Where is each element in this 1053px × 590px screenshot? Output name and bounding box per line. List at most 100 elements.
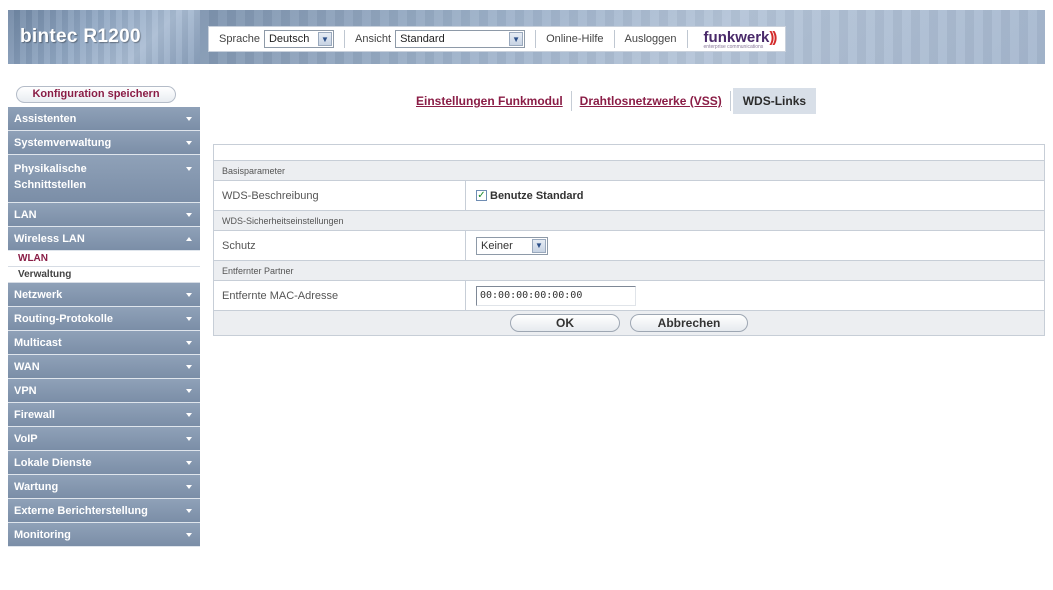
- sidebar-item-label: VPN: [14, 385, 37, 397]
- sidebar-item-systemverwaltung[interactable]: Systemverwaltung: [8, 131, 200, 155]
- chevron-up-icon: [186, 236, 192, 241]
- funkwerk-logo: funkwerk)) enterprise communications: [703, 28, 778, 50]
- sidebar-item-netzwerk[interactable]: Netzwerk: [8, 283, 200, 307]
- sidebar-item-monitoring[interactable]: Monitoring: [8, 523, 200, 547]
- funkwerk-logo-text: funkwerk: [703, 28, 770, 46]
- sidebar-item-label: Monitoring: [14, 529, 71, 541]
- chevron-down-icon: [186, 292, 192, 297]
- chevron-down-icon: [186, 140, 192, 145]
- sidebar-item-label: Externe Berichterstellung: [14, 505, 148, 517]
- sidebar-item-wan[interactable]: WAN: [8, 355, 200, 379]
- wds-description-value: ✓ Benutze Standard: [466, 181, 1044, 210]
- sidebar-item-voip[interactable]: VoIP: [8, 427, 200, 451]
- chevron-down-icon: [186, 364, 192, 369]
- chevron-down-icon: ▼: [317, 32, 332, 46]
- tab-bar: Einstellungen Funkmodul Drahtlosnetzwerk…: [410, 88, 817, 114]
- sidebar-item-wartung[interactable]: Wartung: [8, 475, 200, 499]
- remote-mac-input[interactable]: 00:00:00:00:00:00: [476, 285, 636, 306]
- sidebar-item-label: Assistenten: [14, 113, 77, 125]
- tab-einstellungen-funkmodul[interactable]: Einstellungen Funkmodul: [410, 88, 569, 114]
- logout-link[interactable]: Ausloggen: [625, 33, 677, 45]
- chevron-down-icon: [186, 316, 192, 321]
- chevron-down-icon: [186, 412, 192, 417]
- brand-title: bintec R1200: [20, 26, 141, 47]
- section-wds-security: WDS-Sicherheitseinstellungen: [214, 211, 1044, 231]
- use-default-label: Benutze Standard: [490, 189, 584, 202]
- toolbar-divider: [686, 30, 688, 48]
- protection-select[interactable]: Keiner ▼: [476, 236, 548, 255]
- sidebar-item-assistenten[interactable]: Assistenten: [8, 107, 200, 131]
- sidebar-item-label: LAN: [14, 209, 37, 221]
- sidebar-item-externe-berichterstellung[interactable]: Externe Berichterstellung: [8, 499, 200, 523]
- sidebar-item-physikalische-schnittstellen[interactable]: Physikalische Schnittstellen: [8, 155, 200, 203]
- row-remote-mac: Entfernte MAC-Adresse 00:00:00:00:00:00: [214, 281, 1044, 311]
- toolbar-divider: [613, 30, 615, 48]
- top-toolbar-box: Sprache Deutsch ▼ Ansicht Standard ▼ Onl…: [208, 26, 787, 52]
- sidebar-item-label: Lokale Dienste: [14, 457, 92, 469]
- row-protection: Schutz Keiner ▼: [214, 231, 1044, 261]
- sidebar-item-lan[interactable]: LAN: [8, 203, 200, 227]
- wds-description-label: WDS-Beschreibung: [214, 181, 466, 210]
- tab-wds-links[interactable]: WDS-Links: [732, 88, 817, 114]
- sidebar-item-firewall[interactable]: Firewall: [8, 403, 200, 427]
- sidebar-item-multicast[interactable]: Multicast: [8, 331, 200, 355]
- language-select[interactable]: Deutsch ▼: [263, 30, 334, 48]
- sidebar-item-label: WAN: [14, 361, 40, 373]
- section-basisparameter: Basisparameter: [214, 161, 1044, 181]
- sidebar-item-label: Wireless LAN: [14, 233, 85, 245]
- top-toolbar: Sprache Deutsch ▼ Ansicht Standard ▼ Onl…: [200, 10, 1045, 64]
- chevron-down-icon: [186, 212, 192, 217]
- sidebar: Konfiguration speichern Assistenten Syst…: [8, 86, 200, 547]
- sidebar-item-label: Systemverwaltung: [14, 137, 112, 149]
- chevron-down-icon: ▼: [509, 32, 524, 46]
- view-select-value: Standard: [400, 33, 445, 45]
- sidebar-item-routing-protokolle[interactable]: Routing-Protokolle: [8, 307, 200, 331]
- chevron-down-icon: [186, 167, 192, 171]
- sidebar-item-label: Firewall: [14, 409, 55, 421]
- sidebar-item-lokale-dienste[interactable]: Lokale Dienste: [8, 451, 200, 475]
- toolbar-divider: [343, 30, 345, 48]
- sidebar-item-label: Wartung: [14, 481, 59, 493]
- section-remote-partner: Entfernter Partner: [214, 261, 1044, 281]
- wds-link-form: Basisparameter WDS-Beschreibung ✓ Benutz…: [213, 144, 1045, 336]
- row-wds-description: WDS-Beschreibung ✓ Benutze Standard: [214, 181, 1044, 211]
- sidebar-item-label: VoIP: [14, 433, 38, 445]
- use-default-checkbox[interactable]: ✓: [476, 190, 487, 201]
- toolbar-divider: [535, 30, 537, 48]
- sidebar-item-label: Physikalische Schnittstellen: [14, 163, 87, 191]
- sidebar-item-label: Multicast: [14, 337, 62, 349]
- chevron-down-icon: [186, 484, 192, 489]
- remote-mac-value: 00:00:00:00:00:00: [466, 281, 1044, 310]
- remote-mac-label: Entfernte MAC-Adresse: [214, 281, 466, 310]
- ok-button[interactable]: OK: [510, 314, 620, 332]
- protection-select-value: Keiner: [481, 239, 513, 252]
- sidebar-subitem-verwaltung[interactable]: Verwaltung: [8, 267, 200, 283]
- sidebar-subitem-wlan[interactable]: WLAN: [8, 251, 200, 267]
- chevron-down-icon: [186, 388, 192, 393]
- chevron-down-icon: [186, 436, 192, 441]
- header: bintec R1200 Sprache Deutsch ▼ Ansicht S…: [0, 0, 1053, 78]
- brand-banner: bintec R1200: [8, 10, 200, 64]
- sidebar-item-label: Netzwerk: [14, 289, 63, 301]
- cancel-button[interactable]: Abbrechen: [630, 314, 748, 332]
- sidebar-item-vpn[interactable]: VPN: [8, 379, 200, 403]
- chevron-down-icon: [186, 460, 192, 465]
- chevron-down-icon: [186, 116, 192, 121]
- language-select-value: Deutsch: [268, 33, 310, 45]
- save-configuration-button[interactable]: Konfiguration speichern: [16, 86, 176, 103]
- view-select[interactable]: Standard ▼: [395, 30, 526, 48]
- form-top-spacer: [214, 145, 1044, 161]
- online-help-link[interactable]: Online-Hilfe: [546, 33, 603, 45]
- chevron-down-icon: [186, 532, 192, 537]
- view-label: Ansicht: [354, 33, 392, 45]
- chevron-down-icon: [186, 508, 192, 513]
- tab-divider: [729, 91, 731, 111]
- tab-drahtlosnetzwerke[interactable]: Drahtlosnetzwerke (VSS): [574, 88, 728, 114]
- sidebar-item-label: Routing-Protokolle: [14, 313, 113, 325]
- language-label: Sprache: [219, 33, 260, 45]
- funkwerk-waves-icon: )): [769, 28, 777, 46]
- form-footer: OK Abbrechen: [214, 311, 1044, 335]
- tab-divider: [570, 91, 572, 111]
- chevron-down-icon: [186, 340, 192, 345]
- sidebar-item-wireless-lan[interactable]: Wireless LAN: [8, 227, 200, 251]
